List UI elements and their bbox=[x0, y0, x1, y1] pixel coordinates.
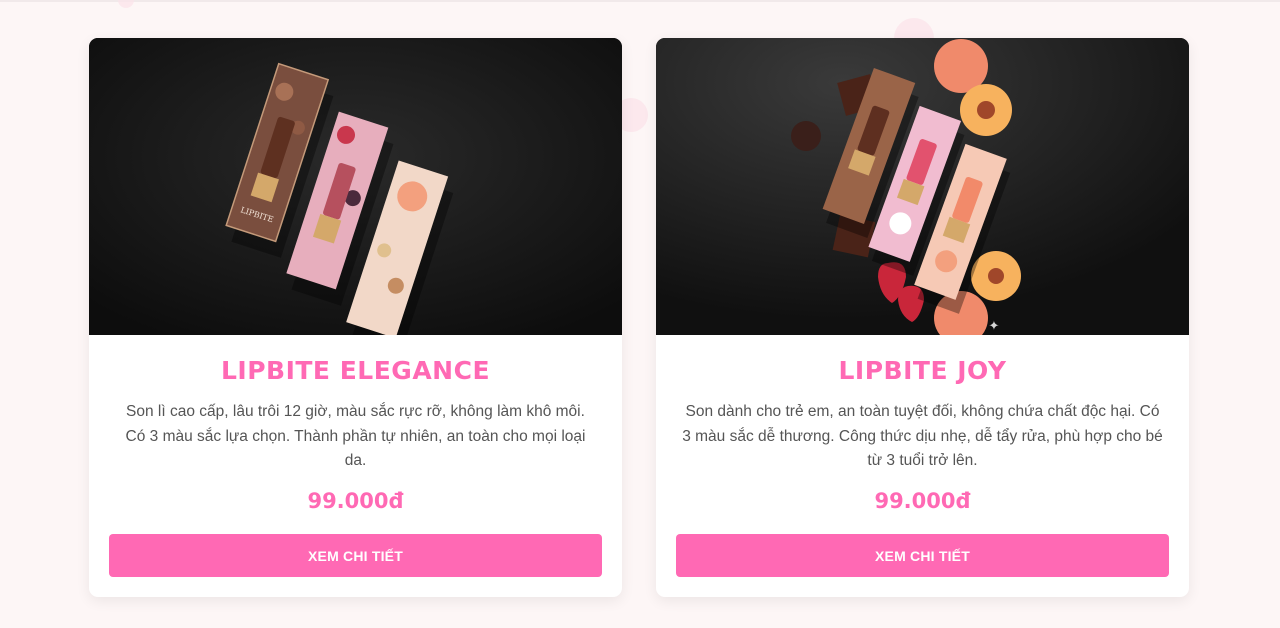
product-price: 99.000đ bbox=[874, 489, 971, 513]
product-image-joy: ✦ bbox=[656, 38, 1189, 335]
product-card-elegance: LIPBITE LIPBITE ELEGANCE Son lì cao cấp,… bbox=[89, 38, 622, 597]
top-divider bbox=[0, 0, 1280, 2]
product-price: 99.000đ bbox=[307, 489, 404, 513]
product-title: LIPBITE ELEGANCE bbox=[220, 356, 491, 385]
view-details-button[interactable]: XEM CHI TIẾT bbox=[676, 534, 1169, 577]
decor-bubble bbox=[118, 0, 134, 8]
product-description: Son lì cao cấp, lâu trôi 12 giờ, màu sắc… bbox=[125, 403, 586, 469]
view-details-button[interactable]: XEM CHI TIẾT bbox=[109, 534, 602, 577]
product-title: LIPBITE JOY bbox=[838, 356, 1007, 385]
svg-text:✦: ✦ bbox=[989, 318, 1000, 333]
product-card-joy: ✦ LIPBITE JOY Son dành cho trẻ em, an to… bbox=[656, 38, 1189, 597]
product-description: Son dành cho trẻ em, an toàn tuyệt đối, … bbox=[682, 403, 1163, 469]
product-image-elegance: LIPBITE bbox=[89, 38, 622, 335]
